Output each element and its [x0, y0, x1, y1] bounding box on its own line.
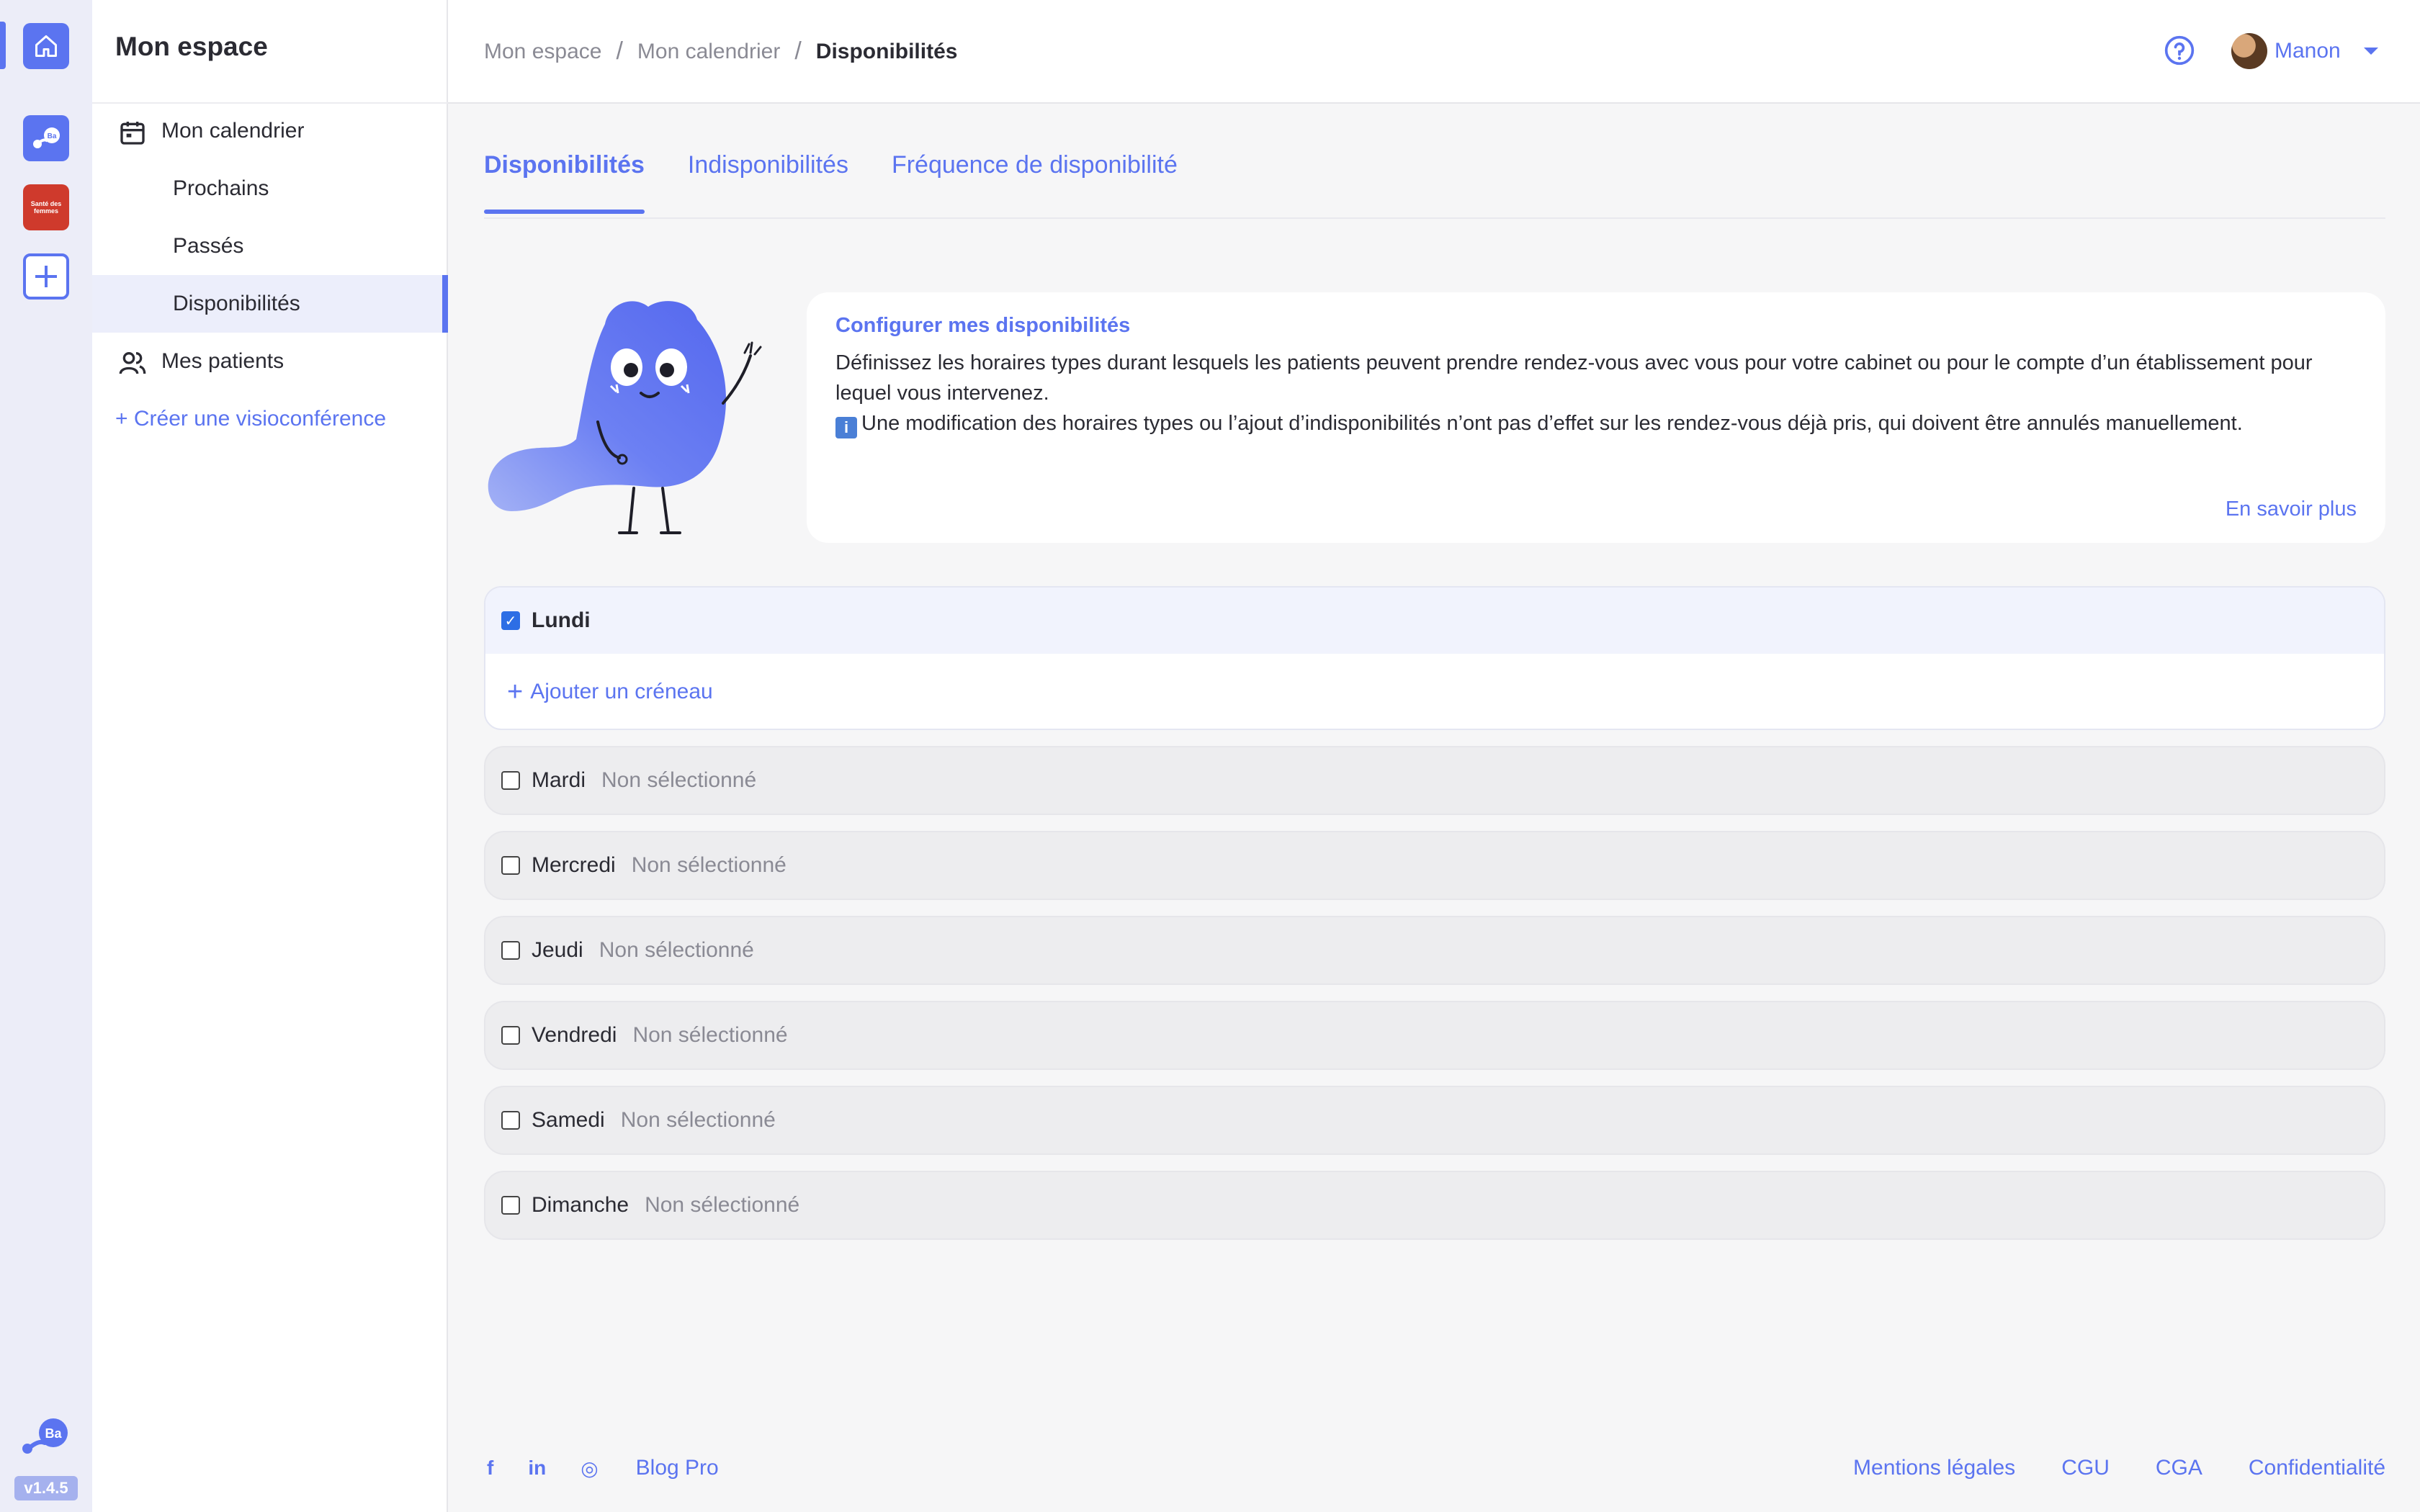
day-status: Non sélectionné [645, 1193, 800, 1217]
chevron-down-icon [2363, 48, 2378, 55]
breadcrumb-separator: / [616, 37, 623, 65]
blog-link[interactable]: Blog Pro [636, 1456, 719, 1480]
info-icon: i [835, 417, 857, 438]
facebook-icon[interactable]: f [487, 1457, 493, 1480]
sidebar-item-calendar[interactable]: Mon calendrier [92, 102, 448, 160]
day-status: Non sélectionné [599, 938, 754, 962]
breadcrumb-item[interactable]: Mon espace [484, 40, 601, 64]
rail-active-indicator [0, 22, 6, 69]
day-row-friday[interactable]: Vendredi Non sélectionné [484, 1001, 2385, 1070]
tab-unavailability[interactable]: Indisponibilités [688, 151, 848, 214]
legal-link[interactable]: Mentions légales [1853, 1456, 2015, 1480]
tab-frequency[interactable]: Fréquence de disponibilité [892, 151, 1178, 214]
sidebar-title: Mon espace [115, 32, 268, 61]
svg-text:Ba: Ba [48, 132, 57, 140]
info-text: Définissez les horaires types durant les… [835, 348, 2357, 438]
info-card: Configurer mes disponibilités Définissez… [807, 292, 2385, 543]
day-status: Non sélectionné [631, 853, 786, 877]
sidebar-item-past[interactable]: Passés [92, 217, 448, 275]
app-rail: Ba Santé des femmes Ba v1.4.5 [0, 0, 92, 1512]
instagram-icon[interactable]: ◎ [581, 1457, 598, 1480]
sdf-app-button[interactable]: Santé des femmes [23, 184, 69, 230]
day-header: ✓ Lundi [485, 588, 2384, 654]
day-checkbox[interactable]: ✓ [501, 611, 520, 630]
footer-links: Mentions légales CGU CGA Confidentialité [1853, 1456, 2385, 1480]
day-name: Samedi [532, 1108, 605, 1132]
info-note-text: Une modification des horaires types ou l… [861, 412, 2243, 435]
info-note: i Une modification des horaires types ou … [835, 408, 2357, 438]
ba-logo-icon: Ba [22, 1418, 68, 1454]
sidebar-item-label: Disponibilités [173, 292, 300, 315]
calendar-icon [120, 122, 145, 145]
avatar [2231, 33, 2267, 69]
day-card-monday: ✓ Lundi + Ajouter un créneau [484, 586, 2385, 730]
sidebar-item-availability[interactable]: Disponibilités [92, 275, 448, 333]
create-visio-label: + Créer une visioconférence [115, 407, 387, 431]
day-row-saturday[interactable]: Samedi Non sélectionné [484, 1086, 2385, 1155]
plus-icon: + [507, 677, 524, 707]
breadcrumb-item[interactable]: Mon calendrier [637, 40, 780, 64]
day-checkbox[interactable] [501, 1196, 520, 1215]
user-name: Manon [2275, 39, 2341, 63]
day-row-wednesday[interactable]: Mercredi Non sélectionné [484, 831, 2385, 900]
day-row-tuesday[interactable]: Mardi Non sélectionné [484, 746, 2385, 815]
privacy-link[interactable]: Confidentialité [2249, 1456, 2385, 1480]
day-name: Dimanche [532, 1193, 629, 1217]
create-visio-link[interactable]: + Créer une visioconférence [92, 390, 448, 448]
day-checkbox[interactable] [501, 1026, 520, 1045]
breadcrumb-separator: / [794, 37, 802, 65]
home-button[interactable] [23, 23, 69, 69]
home-icon [35, 35, 57, 57]
cga-link[interactable]: CGA [2156, 1456, 2202, 1480]
day-name: Lundi [532, 608, 591, 632]
sidebar-item-upcoming[interactable]: Prochains [92, 160, 448, 217]
footer-social: f in ◎ Blog Pro [487, 1456, 719, 1480]
sdf-logo-text: Santé des femmes [30, 200, 62, 215]
info-paragraph: Définissez les horaires types durant les… [835, 351, 2313, 405]
info-title: Configurer mes disponibilités [835, 314, 1131, 337]
day-status: Non sélectionné [620, 1108, 776, 1132]
top-bar: Mon espace / Mon calendrier / Disponibil… [448, 0, 2420, 104]
learn-more-link[interactable]: En savoir plus [2226, 498, 2357, 521]
day-checkbox[interactable] [501, 941, 520, 960]
user-menu[interactable]: Manon [2231, 33, 2378, 69]
tabs: Disponibilités Indisponibilités Fréquenc… [484, 151, 1178, 214]
day-status: Non sélectionné [601, 768, 757, 792]
sidebar-item-label: Mon calendrier [161, 119, 305, 143]
day-name: Jeudi [532, 938, 583, 962]
add-slot-button[interactable]: + Ajouter un créneau [507, 677, 713, 707]
day-checkbox[interactable] [501, 1111, 520, 1130]
linkedin-icon[interactable]: in [528, 1457, 546, 1480]
ba-app-button[interactable]: Ba [23, 115, 69, 161]
sidebar-item-patients[interactable]: Mes patients [92, 333, 448, 390]
sidebar: Mon espace Mon calendrier Prochains Pass… [92, 0, 448, 1512]
sidebar-item-label: Mes patients [161, 349, 284, 373]
tab-availability[interactable]: Disponibilités [484, 151, 645, 214]
version-badge: v1.4.5 [14, 1476, 78, 1500]
ba-app-icon: Ba [33, 127, 60, 148]
sidebar-item-label: Prochains [173, 176, 269, 200]
users-icon [119, 352, 146, 374]
add-slot-label: Ajouter un créneau [530, 680, 713, 703]
breadcrumb-current: Disponibilités [815, 39, 958, 63]
sidebar-item-label: Passés [173, 234, 244, 258]
help-icon[interactable] [2164, 35, 2195, 66]
day-checkbox[interactable] [501, 856, 520, 875]
add-app-button[interactable] [23, 253, 69, 300]
day-row-sunday[interactable]: Dimanche Non sélectionné [484, 1171, 2385, 1240]
mascot-illustration [488, 301, 762, 534]
tabs-divider [484, 217, 2385, 219]
day-name: Vendredi [532, 1023, 617, 1047]
breadcrumb: Mon espace / Mon calendrier / Disponibil… [484, 37, 957, 66]
day-name: Mardi [532, 768, 586, 792]
day-row-thursday[interactable]: Jeudi Non sélectionné [484, 916, 2385, 985]
day-status: Non sélectionné [632, 1023, 788, 1047]
svg-text:Ba: Ba [45, 1426, 62, 1441]
day-name: Mercredi [532, 853, 616, 877]
cgu-link[interactable]: CGU [2061, 1456, 2110, 1480]
day-checkbox[interactable] [501, 771, 520, 790]
